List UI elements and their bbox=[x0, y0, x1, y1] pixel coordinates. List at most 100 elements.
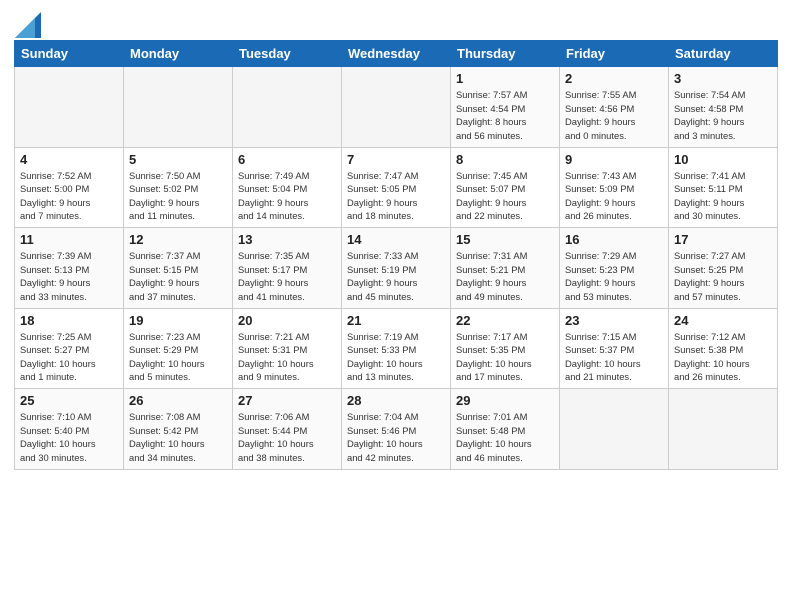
calendar-cell: 22Sunrise: 7:17 AM Sunset: 5:35 PM Dayli… bbox=[451, 308, 560, 389]
calendar-cell: 25 Sunrise: 7:10 AM Sunset: 5:40 PM Dayli… bbox=[15, 389, 124, 470]
day-number: 25 bbox=[20, 393, 118, 408]
calendar-cell: 26Sunrise: 7:08 AM Sunset: 5:42 PM Dayli… bbox=[124, 389, 233, 470]
cell-info: Sunrise: 7:52 AM Sunset: 5:00 PM Dayligh… bbox=[20, 169, 118, 224]
calendar-cell: 15 Sunrise: 7:31 AM Sunset: 5:21 PM Dayli… bbox=[451, 228, 560, 309]
col-saturday: Saturday bbox=[669, 41, 778, 67]
calendar-cell: 3 Sunrise: 7:54 AM Sunset: 4:58 PM Daylig… bbox=[669, 67, 778, 148]
cell-info: Sunrise: 7:21 AM Sunset: 5:31 PM Dayligh… bbox=[238, 330, 336, 385]
cell-info: Sunrise: 7:54 AM Sunset: 4:58 PM Dayligh… bbox=[674, 88, 772, 143]
page-container: Sunday Monday Tuesday Wednesday Thursday… bbox=[0, 0, 792, 480]
cell-info: Sunrise: 7:47 AM Sunset: 5:05 PM Dayligh… bbox=[347, 169, 445, 224]
day-number: 21 bbox=[347, 313, 445, 328]
day-number: 27 bbox=[238, 393, 336, 408]
calendar-cell: 16 Sunrise: 7:29 AM Sunset: 5:23 PM Dayli… bbox=[560, 228, 669, 309]
cell-info: Sunrise: 7:04 AM Sunset: 5:46 PM Dayligh… bbox=[347, 410, 445, 465]
calendar-cell: 8 Sunrise: 7:45 AM Sunset: 5:07 PM Daylig… bbox=[451, 147, 560, 228]
day-number: 5 bbox=[129, 152, 227, 167]
cell-info: Sunrise: 7:01 AM Sunset: 5:48 PM Dayligh… bbox=[456, 410, 554, 465]
day-number: 24 bbox=[674, 313, 772, 328]
day-number: 19 bbox=[129, 313, 227, 328]
day-number: 8 bbox=[456, 152, 554, 167]
cell-info: Sunrise: 7:57 AM Sunset: 4:54 PM Dayligh… bbox=[456, 88, 554, 143]
day-number: 12 bbox=[129, 232, 227, 247]
calendar-table: Sunday Monday Tuesday Wednesday Thursday… bbox=[14, 40, 778, 470]
cell-info: Sunrise: 7:23 AM Sunset: 5:29 PM Dayligh… bbox=[129, 330, 227, 385]
cell-info: Sunrise: 7:45 AM Sunset: 5:07 PM Dayligh… bbox=[456, 169, 554, 224]
cell-info: Sunrise: 7:55 AM Sunset: 4:56 PM Dayligh… bbox=[565, 88, 663, 143]
cell-info: Sunrise: 7:06 AM Sunset: 5:44 PM Dayligh… bbox=[238, 410, 336, 465]
cell-info: Sunrise: 7:25 AM Sunset: 5:27 PM Dayligh… bbox=[20, 330, 118, 385]
cell-info: Sunrise: 7:43 AM Sunset: 5:09 PM Dayligh… bbox=[565, 169, 663, 224]
cell-info: Sunrise: 7:49 AM Sunset: 5:04 PM Dayligh… bbox=[238, 169, 336, 224]
cell-info: Sunrise: 7:50 AM Sunset: 5:02 PM Dayligh… bbox=[129, 169, 227, 224]
cell-info: Sunrise: 7:39 AM Sunset: 5:13 PM Dayligh… bbox=[20, 249, 118, 304]
day-number: 11 bbox=[20, 232, 118, 247]
day-number: 7 bbox=[347, 152, 445, 167]
calendar-cell: 13Sunrise: 7:35 AM Sunset: 5:17 PM Dayli… bbox=[233, 228, 342, 309]
calendar-cell: 24 Sunrise: 7:12 AM Sunset: 5:38 PM Dayli… bbox=[669, 308, 778, 389]
day-number: 1 bbox=[456, 71, 554, 86]
cell-info: Sunrise: 7:15 AM Sunset: 5:37 PM Dayligh… bbox=[565, 330, 663, 385]
cell-info: Sunrise: 7:19 AM Sunset: 5:33 PM Dayligh… bbox=[347, 330, 445, 385]
calendar-cell: 6 Sunrise: 7:49 AM Sunset: 5:04 PM Daylig… bbox=[233, 147, 342, 228]
calendar-cell: 14 Sunrise: 7:33 AM Sunset: 5:19 PM Dayli… bbox=[342, 228, 451, 309]
cell-info: Sunrise: 7:29 AM Sunset: 5:23 PM Dayligh… bbox=[565, 249, 663, 304]
logo bbox=[14, 14, 41, 34]
col-wednesday: Wednesday bbox=[342, 41, 451, 67]
day-number: 9 bbox=[565, 152, 663, 167]
day-number: 6 bbox=[238, 152, 336, 167]
calendar-cell: 11 Sunrise: 7:39 AM Sunset: 5:13 PM Dayli… bbox=[15, 228, 124, 309]
day-number: 29 bbox=[456, 393, 554, 408]
cell-info: Sunrise: 7:41 AM Sunset: 5:11 PM Dayligh… bbox=[674, 169, 772, 224]
day-number: 28 bbox=[347, 393, 445, 408]
calendar-cell bbox=[233, 67, 342, 148]
calendar-cell: 20 Sunrise: 7:21 AM Sunset: 5:31 PM Dayli… bbox=[233, 308, 342, 389]
col-friday: Friday bbox=[560, 41, 669, 67]
day-number: 3 bbox=[674, 71, 772, 86]
calendar-cell bbox=[560, 389, 669, 470]
cell-info: Sunrise: 7:37 AM Sunset: 5:15 PM Dayligh… bbox=[129, 249, 227, 304]
col-monday: Monday bbox=[124, 41, 233, 67]
calendar-cell bbox=[15, 67, 124, 148]
calendar-cell: 9 Sunrise: 7:43 AM Sunset: 5:09 PM Daylig… bbox=[560, 147, 669, 228]
calendar-cell: 10 Sunrise: 7:41 AM Sunset: 5:11 PM Dayli… bbox=[669, 147, 778, 228]
calendar-header-row: Sunday Monday Tuesday Wednesday Thursday… bbox=[15, 41, 778, 67]
logo-icon bbox=[15, 12, 41, 38]
day-number: 16 bbox=[565, 232, 663, 247]
calendar-week-5: 25 Sunrise: 7:10 AM Sunset: 5:40 PM Dayli… bbox=[15, 389, 778, 470]
day-number: 26 bbox=[129, 393, 227, 408]
cell-info: Sunrise: 7:27 AM Sunset: 5:25 PM Dayligh… bbox=[674, 249, 772, 304]
calendar-cell: 4 Sunrise: 7:52 AM Sunset: 5:00 PM Daylig… bbox=[15, 147, 124, 228]
col-sunday: Sunday bbox=[15, 41, 124, 67]
calendar-cell: 12 Sunrise: 7:37 AM Sunset: 5:15 PM Dayli… bbox=[124, 228, 233, 309]
calendar-week-2: 4 Sunrise: 7:52 AM Sunset: 5:00 PM Daylig… bbox=[15, 147, 778, 228]
calendar-cell: 29 Sunrise: 7:01 AM Sunset: 5:48 PM Dayli… bbox=[451, 389, 560, 470]
calendar-week-3: 11 Sunrise: 7:39 AM Sunset: 5:13 PM Dayli… bbox=[15, 228, 778, 309]
calendar-cell: 7 Sunrise: 7:47 AM Sunset: 5:05 PM Daylig… bbox=[342, 147, 451, 228]
day-number: 15 bbox=[456, 232, 554, 247]
calendar-cell: 2 Sunrise: 7:55 AM Sunset: 4:56 PM Daylig… bbox=[560, 67, 669, 148]
day-number: 2 bbox=[565, 71, 663, 86]
day-number: 17 bbox=[674, 232, 772, 247]
cell-info: Sunrise: 7:31 AM Sunset: 5:21 PM Dayligh… bbox=[456, 249, 554, 304]
calendar-cell: 23 Sunrise: 7:15 AM Sunset: 5:37 PM Dayli… bbox=[560, 308, 669, 389]
day-number: 13 bbox=[238, 232, 336, 247]
cell-info: Sunrise: 7:33 AM Sunset: 5:19 PM Dayligh… bbox=[347, 249, 445, 304]
day-number: 14 bbox=[347, 232, 445, 247]
calendar-cell: 17 Sunrise: 7:27 AM Sunset: 5:25 PM Dayli… bbox=[669, 228, 778, 309]
day-number: 23 bbox=[565, 313, 663, 328]
calendar-cell: 18Sunrise: 7:25 AM Sunset: 5:27 PM Dayli… bbox=[15, 308, 124, 389]
calendar-week-1: 1 Sunrise: 7:57 AM Sunset: 4:54 PM Daylig… bbox=[15, 67, 778, 148]
calendar-cell bbox=[124, 67, 233, 148]
cell-info: Sunrise: 7:10 AM Sunset: 5:40 PM Dayligh… bbox=[20, 410, 118, 465]
cell-info: Sunrise: 7:17 AM Sunset: 5:35 PM Dayligh… bbox=[456, 330, 554, 385]
day-number: 20 bbox=[238, 313, 336, 328]
cell-info: Sunrise: 7:12 AM Sunset: 5:38 PM Dayligh… bbox=[674, 330, 772, 385]
day-number: 4 bbox=[20, 152, 118, 167]
day-number: 10 bbox=[674, 152, 772, 167]
calendar-week-4: 18Sunrise: 7:25 AM Sunset: 5:27 PM Dayli… bbox=[15, 308, 778, 389]
header bbox=[14, 10, 778, 34]
calendar-cell: 28 Sunrise: 7:04 AM Sunset: 5:46 PM Dayli… bbox=[342, 389, 451, 470]
calendar-cell: 21 Sunrise: 7:19 AM Sunset: 5:33 PM Dayli… bbox=[342, 308, 451, 389]
calendar-cell bbox=[669, 389, 778, 470]
